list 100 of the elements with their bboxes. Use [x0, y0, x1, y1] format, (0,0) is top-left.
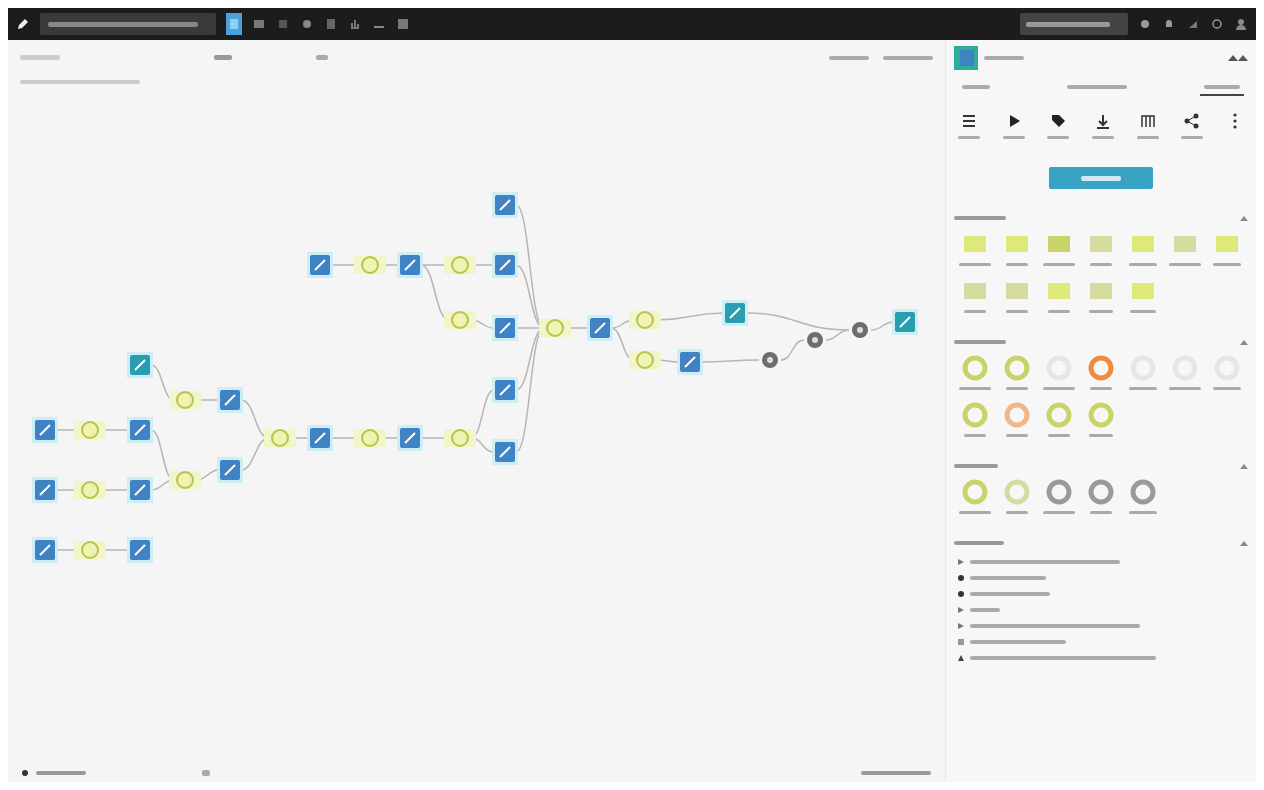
blurred-text [1047, 310, 1071, 313]
dataset-node[interactable] [722, 300, 748, 326]
search-field[interactable] [1020, 13, 1128, 35]
blurred-text [963, 310, 987, 313]
blurred-text [36, 771, 86, 775]
recipe-node[interactable] [354, 256, 386, 274]
blurred-text [1089, 511, 1113, 514]
project-title-field[interactable] [40, 13, 216, 35]
collapse-icon[interactable] [1228, 53, 1248, 63]
dataset-node[interactable] [307, 252, 333, 278]
recipe-icon[interactable] [1088, 355, 1114, 381]
blurred-text [1005, 511, 1029, 514]
recipe-icon[interactable] [1088, 402, 1114, 428]
recipe-node[interactable] [444, 429, 476, 447]
blurred-text [1043, 511, 1075, 514]
blurred-text [20, 54, 60, 60]
tag-icon[interactable] [1049, 112, 1068, 130]
dataset-node[interactable] [127, 537, 153, 563]
dataset-node[interactable] [397, 425, 423, 451]
dataset-node[interactable] [32, 417, 58, 443]
dataset-node[interactable] [492, 315, 518, 341]
list-icon[interactable] [960, 112, 978, 130]
chevron-up-icon[interactable] [1240, 540, 1248, 546]
dataset-node[interactable] [677, 349, 703, 375]
recipe-icon[interactable] [1046, 402, 1072, 428]
recipe-node[interactable] [74, 481, 106, 499]
recipe-node[interactable] [539, 319, 571, 337]
dataset-node[interactable] [127, 477, 153, 503]
blurred-text [1043, 263, 1075, 266]
blurred-text [1204, 85, 1240, 89]
blurred-text [829, 55, 869, 60]
blurred-text [958, 136, 980, 139]
recipe-icon[interactable] [1004, 402, 1030, 428]
model-node[interactable] [852, 322, 868, 338]
columns-icon[interactable] [1138, 112, 1157, 130]
recipe-node[interactable] [629, 351, 661, 369]
blurred-text [1169, 263, 1201, 266]
user-icon[interactable] [1234, 17, 1248, 31]
blurred-text [1181, 136, 1204, 139]
recipe-node[interactable] [169, 391, 201, 409]
dataset-node[interactable] [587, 315, 613, 341]
blurred-text [202, 770, 210, 776]
blurred-text [959, 511, 991, 514]
dataset-node[interactable] [492, 439, 518, 465]
dataset-node[interactable] [127, 352, 153, 378]
blurred-text [959, 263, 991, 266]
blurred-text [1089, 387, 1113, 390]
dataset-node[interactable] [892, 309, 918, 335]
blurred-text [959, 387, 991, 390]
dataset-node[interactable] [217, 457, 243, 483]
dataset-node[interactable] [492, 377, 518, 403]
recipe-icon[interactable] [962, 479, 988, 505]
dot-icon [22, 770, 28, 776]
blurred-text [1005, 310, 1029, 313]
model-node[interactable] [807, 332, 823, 348]
blurred-text [883, 55, 933, 60]
chevron-up-icon[interactable] [1240, 215, 1248, 221]
recipe-icon[interactable] [962, 355, 988, 381]
chevron-up-icon[interactable] [1240, 463, 1248, 469]
dataset-node[interactable] [32, 537, 58, 563]
dataset-node[interactable] [127, 417, 153, 443]
recipe-node[interactable] [74, 541, 106, 559]
blurred-text [1067, 85, 1127, 89]
blurred-text [1212, 387, 1242, 390]
blurred-text [954, 541, 1004, 545]
recipe-icon[interactable] [1046, 479, 1072, 505]
blurred-text [1089, 434, 1113, 437]
chevron-up-icon[interactable] [1240, 339, 1248, 345]
pencil-icon[interactable] [16, 17, 30, 31]
dataset-node[interactable] [492, 252, 518, 278]
recipe-node[interactable] [354, 429, 386, 447]
recipe-node[interactable] [169, 471, 201, 489]
blurred-text [954, 216, 1006, 220]
recipe-node[interactable] [629, 311, 661, 329]
primary-action-button[interactable] [1049, 167, 1153, 189]
dataset-node[interactable] [492, 192, 518, 218]
connector-line [870, 321, 895, 331]
blurred-text [214, 55, 232, 61]
blurred-text [861, 771, 931, 775]
recipe-node[interactable] [444, 311, 476, 329]
blurred-text [1047, 136, 1070, 139]
recipe-node[interactable] [444, 256, 476, 274]
recipe-icon[interactable] [1004, 355, 1030, 381]
app-tile-icon[interactable] [226, 13, 242, 35]
blurred-text [954, 464, 998, 468]
recipe-icon[interactable] [1088, 479, 1114, 505]
recipe-icon[interactable] [962, 402, 988, 428]
recipe-node[interactable] [74, 421, 106, 439]
recipe-node[interactable] [264, 429, 296, 447]
model-node[interactable] [762, 352, 778, 368]
dataset-node[interactable] [32, 477, 58, 503]
blurred-text [316, 55, 328, 61]
connector-line [700, 359, 760, 363]
recipe-icon[interactable] [1130, 479, 1156, 505]
dataset-node[interactable] [217, 387, 243, 413]
blurred-text [1005, 387, 1029, 390]
dataset-node[interactable] [307, 425, 333, 451]
dataset-node[interactable] [397, 252, 423, 278]
connector-line [780, 339, 805, 361]
blurred-text [1169, 387, 1201, 390]
